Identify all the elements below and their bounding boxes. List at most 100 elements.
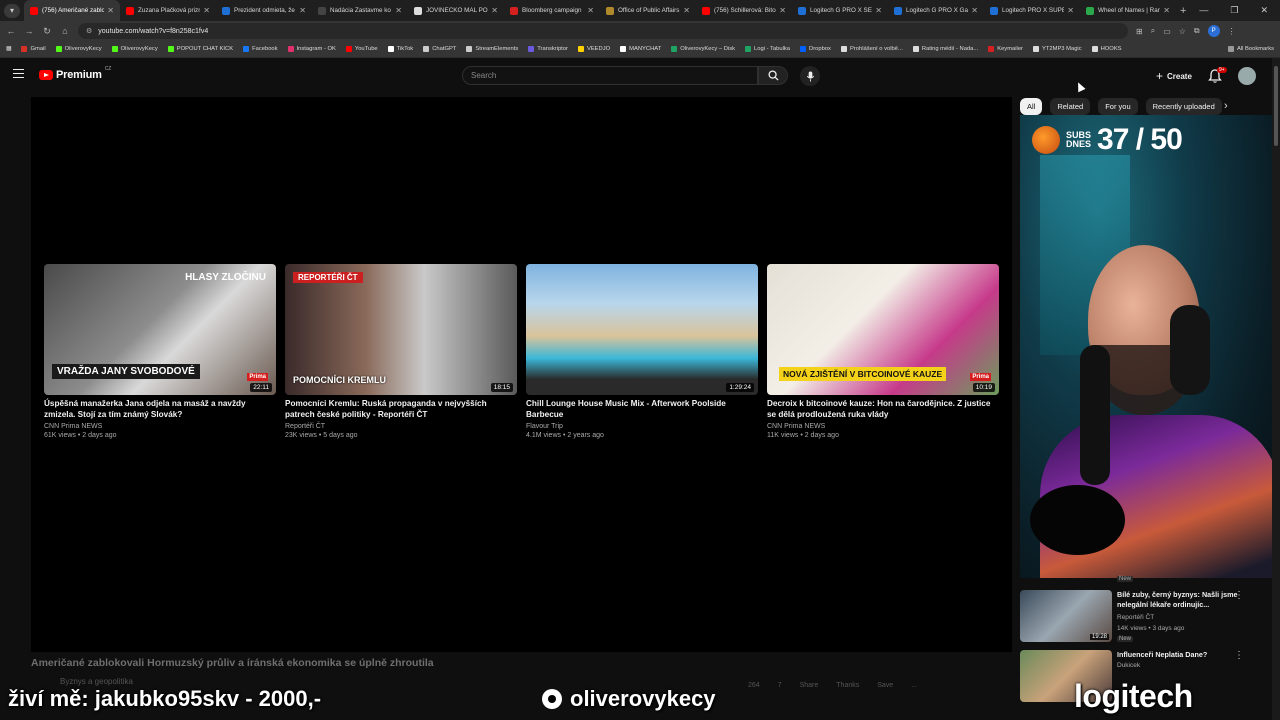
browser-tab[interactable]: Office of Public Affairs ✕ (600, 0, 696, 21)
video-thumbnail[interactable]: HLASY ZLOČINU VRAŽDA JANY SVOBODOVÉ Prima 2… (44, 264, 276, 395)
bookmark-star-icon[interactable]: ☆ (1179, 27, 1186, 36)
bookmark-item[interactable]: Prohlášení o volbě... (840, 46, 903, 52)
endscreen-video-card[interactable]: 1:29:24 Chill Lounge House Music Mix - Af… (526, 264, 758, 454)
video-card-channel[interactable]: CNN Prima NEWS (44, 423, 276, 430)
tab-close-icon[interactable]: ✕ (683, 6, 690, 15)
bookmark-item[interactable]: VEEDJO (577, 46, 610, 52)
video-card-title[interactable]: Pomocníci Kremlu: Ruská propaganda v nej… (285, 399, 517, 420)
apps-grid-icon[interactable]: ▦ (6, 46, 11, 52)
video-card-channel[interactable]: Reportéři ČT (285, 423, 517, 430)
browser-tab[interactable]: Logitech G PRO X Gam ✕ (888, 0, 984, 21)
browser-tab[interactable]: Zuzana Plačková prizn ✕ (120, 0, 216, 21)
search-input[interactable]: Search (462, 66, 758, 85)
browser-tab[interactable]: Wheel of Names | Ran ✕ (1080, 0, 1176, 21)
browser-tab[interactable]: (756) Američané zablo ✕ (24, 0, 120, 21)
home-icon[interactable]: ⌂ (60, 26, 70, 36)
browser-tab[interactable]: JOVINEČKO MAL PODP✕ (408, 0, 504, 21)
video-card-title[interactable]: Chill Lounge House Music Mix - Afterwork… (526, 399, 758, 420)
recommended-video-channel[interactable]: Dukicek (1117, 662, 1140, 669)
bookmark-item[interactable]: OliverovyKecy (55, 46, 102, 52)
forward-icon[interactable]: → (24, 26, 34, 36)
browser-menu-icon[interactable]: ⋮ (1228, 27, 1236, 36)
browser-tab[interactable]: Bloomberg campaign ✕ (504, 0, 600, 21)
tab-close-icon[interactable]: ✕ (299, 6, 306, 15)
profile-avatar[interactable]: P (1207, 25, 1220, 37)
video-card-title[interactable]: Úspěšná manažerka Jana odjela na masáž a… (44, 399, 276, 420)
video-thumbnail[interactable]: NOVÁ ZJIŠTĚNÍ V BITCOINOVÉ KAUZE Prima 10:… (767, 264, 999, 395)
minimize-icon[interactable]: — (1199, 5, 1208, 16)
bookmark-item[interactable]: Gmail (21, 46, 46, 52)
bookmark-item[interactable]: OliverovyKecy – Disk (671, 46, 735, 52)
create-button[interactable]: + Create (1148, 67, 1200, 85)
browser-tab[interactable]: Nadácia Zastavme ko ✕ (312, 0, 408, 21)
url-field[interactable]: ⚙ youtube.com/watch?v=f8n258c1fv4 (78, 23, 1128, 39)
bookmark-item[interactable]: YT2MP3 Magic (1032, 46, 1082, 52)
site-info-icon[interactable]: ⚙ (86, 27, 92, 35)
video-card-channel[interactable]: CNN Prima NEWS (767, 423, 999, 430)
back-icon[interactable]: ← (6, 26, 16, 36)
filter-chip[interactable]: Related (1050, 97, 1091, 115)
filter-chip[interactable]: For you (1098, 97, 1138, 115)
extensions-icon[interactable]: ⧉ (1194, 26, 1200, 36)
video-thumbnail[interactable]: 19:28 (1020, 590, 1112, 642)
recommended-video-channel[interactable]: Reportéři ČT (1117, 614, 1154, 621)
close-window-icon[interactable]: ✕ (1260, 5, 1268, 16)
bookmark-item[interactable]: Transkriptor (528, 46, 568, 52)
search-button[interactable] (758, 66, 788, 85)
bookmark-item[interactable]: TikTok (387, 46, 413, 52)
bookmark-item[interactable]: Logi - Tabulka (745, 46, 790, 52)
endscreen-video-card[interactable]: NOVÁ ZJIŠTĚNÍ V BITCOINOVÉ KAUZE Prima 10:… (767, 264, 999, 454)
chevron-right-icon[interactable]: › (1224, 100, 1228, 112)
tab-close-icon[interactable]: ✕ (1163, 6, 1170, 15)
channel-name[interactable]: Byznys a geopolitika (60, 677, 133, 686)
zoom-icon[interactable]: ⌕ (1151, 26, 1155, 36)
more-options-icon[interactable]: ⋮ (1234, 590, 1244, 601)
recommended-video-title[interactable]: Bílé zuby, černý byznys: Našli jsme nele… (1117, 590, 1247, 610)
bookmark-item[interactable]: StreamElements (466, 46, 518, 52)
more-options-icon[interactable]: ⋮ (1234, 650, 1244, 661)
cast-icon[interactable]: ▭ (1163, 27, 1171, 36)
all-bookmarks[interactable]: All Bookmarks (1227, 46, 1274, 52)
video-card-channel[interactable]: Flavour Trip (526, 423, 758, 430)
tab-close-icon[interactable]: ✕ (1067, 6, 1074, 15)
menu-icon[interactable] (13, 69, 24, 78)
browser-tab[interactable]: (756) Schillerová: Bitco ✕ (696, 0, 792, 21)
recommended-video[interactable]: 19:28 Bílé zuby, černý byznys: Našli jsme… (1020, 590, 1260, 644)
page-scrollbar[interactable] (1272, 58, 1280, 720)
bookmark-item[interactable]: OliverovyKecy (111, 46, 158, 52)
bookmark-item[interactable]: HOOKS (1091, 46, 1122, 52)
bookmark-item[interactable]: MANYCHAT (620, 46, 661, 52)
tab-close-icon[interactable]: ✕ (971, 6, 978, 15)
browser-tab[interactable]: Prezident odmieta, že ✕ (216, 0, 312, 21)
bookmark-item[interactable]: ChatGPT (423, 46, 456, 52)
tab-close-icon[interactable]: ✕ (491, 6, 498, 15)
youtube-premium-logo[interactable]: Premium CZ (39, 66, 111, 81)
tab-close-icon[interactable]: ✕ (395, 6, 402, 15)
voice-search-button[interactable] (800, 66, 820, 86)
tab-close-icon[interactable]: ✕ (779, 6, 786, 15)
bookmark-item[interactable]: POPOUT CHAT KICK (167, 46, 233, 52)
tab-close-icon[interactable]: ✕ (875, 6, 882, 15)
bookmark-item[interactable]: Instagram - OK (287, 46, 336, 52)
bookmark-item[interactable]: Rating médií - Nada... (912, 46, 978, 52)
account-avatar[interactable] (1238, 67, 1256, 85)
bookmark-item[interactable]: Keymailer (988, 46, 1023, 52)
recommended-video-title[interactable]: Influenceři Neplatia Dane? (1117, 650, 1247, 660)
new-tab-icon[interactable]: + (1180, 5, 1186, 17)
reload-icon[interactable]: ↻ (42, 26, 52, 37)
bookmark-item[interactable]: Dropbox (800, 46, 831, 52)
translate-icon[interactable]: ⊞ (1136, 27, 1143, 36)
video-card-title[interactable]: Decroix k bitcoinové kauze: Hon na čarod… (767, 399, 999, 420)
video-thumbnail[interactable]: 1:29:24 (526, 264, 758, 395)
bookmark-item[interactable]: YouTube (345, 46, 378, 52)
tab-close-icon[interactable]: ✕ (107, 6, 114, 15)
endscreen-video-card[interactable]: HLASY ZLOČINU VRAŽDA JANY SVOBODOVÉ Prima 2… (44, 264, 276, 454)
tab-close-icon[interactable]: ✕ (203, 6, 210, 15)
browser-tab[interactable]: Logitech G PRO X SE V ✕ (792, 0, 888, 21)
browser-tab[interactable]: Logitech PRO X SUPER ✕ (984, 0, 1080, 21)
tab-close-icon[interactable]: ✕ (587, 6, 594, 15)
maximize-icon[interactable]: ❐ (1230, 5, 1238, 16)
video-thumbnail[interactable]: REPORTÉŘI ČT POMOCNÍCI KREMLU 18:15 (285, 264, 517, 395)
endscreen-video-card[interactable]: REPORTÉŘI ČT POMOCNÍCI KREMLU 18:15 Pomocní… (285, 264, 517, 454)
filter-chip[interactable]: All (1020, 97, 1043, 115)
